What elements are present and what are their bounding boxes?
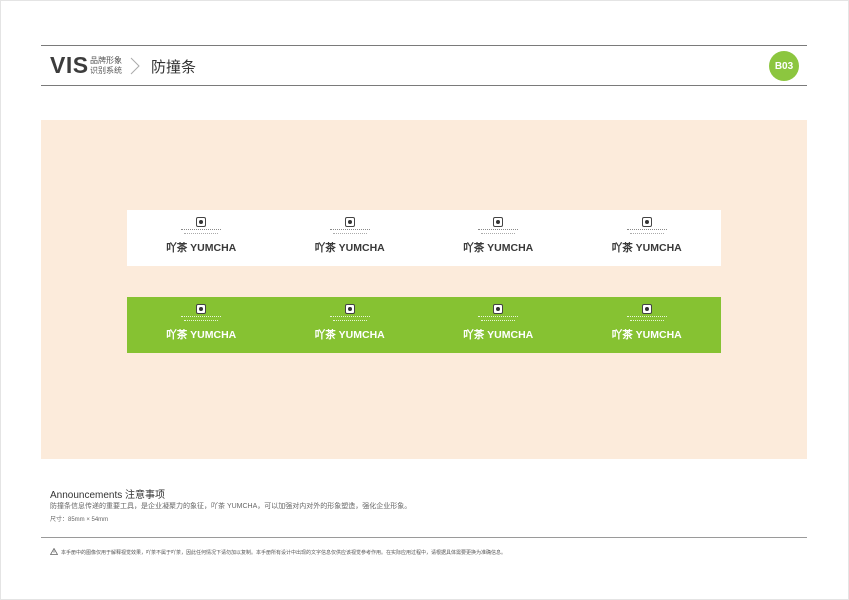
tagline-line <box>626 229 667 232</box>
brand-emblem-icon <box>493 217 504 227</box>
tagline-line <box>629 233 664 235</box>
announcements-body: 防撞条信息传递的重要工具，是企业凝聚力的象征，吖茶 YUMCHA，可以加强对内对… <box>50 503 412 510</box>
brand-emblem-icon <box>641 217 652 227</box>
brand-emblem-icon <box>344 304 355 314</box>
vis-subtitle: 品牌形象 识别系统 <box>90 56 122 76</box>
logo-unit: 吖茶 YUMCHA <box>597 303 697 347</box>
brand-wordmark: 吖茶 YUMCHA <box>611 242 682 254</box>
brand-wordmark: 吖茶 YUMCHA <box>314 242 385 254</box>
announcements-size: 尺寸：85mm × 54mm <box>50 517 109 523</box>
bumper-strip-white: 吖茶 YUMCHA 吖茶 YUMCHA 吖茶 YUMCHA 吖茶 YUMCHA <box>127 210 721 266</box>
tagline-line <box>184 320 219 322</box>
tagline-line <box>478 229 519 232</box>
bumper-strip-green: 吖茶 YUMCHA 吖茶 YUMCHA 吖茶 YUMCHA 吖茶 YUMCHA <box>127 297 721 353</box>
tagline-line <box>626 316 667 319</box>
tagline-line <box>481 320 516 322</box>
brand-emblem-icon <box>196 217 207 227</box>
brand-emblem-icon <box>641 304 652 314</box>
tagline-line <box>181 316 222 319</box>
footer-rule <box>41 537 807 538</box>
page-code-badge: B03 <box>769 51 799 81</box>
warning-icon <box>50 548 58 555</box>
logo-unit: 吖茶 YUMCHA <box>151 303 251 347</box>
brand-wordmark: 吖茶 YUMCHA <box>463 242 534 254</box>
logo-unit: 吖茶 YUMCHA <box>448 216 548 260</box>
header-bottom-rule <box>41 85 807 86</box>
header-top-rule <box>41 45 807 46</box>
tagline-line <box>181 229 222 232</box>
brand-wordmark: 吖茶 YUMCHA <box>314 329 385 341</box>
tagline-line <box>332 233 367 235</box>
chevron-right-icon <box>130 57 140 75</box>
brand-wordmark: 吖茶 YUMCHA <box>166 329 237 341</box>
logo-unit: 吖茶 YUMCHA <box>597 216 697 260</box>
mockup-panel: 吖茶 YUMCHA 吖茶 YUMCHA 吖茶 YUMCHA 吖茶 YUMCHA … <box>41 120 807 459</box>
logo-unit: 吖茶 YUMCHA <box>448 303 548 347</box>
tagline-line <box>332 320 367 322</box>
brand-emblem-icon <box>493 304 504 314</box>
tagline-line <box>478 316 519 319</box>
logo-unit: 吖茶 YUMCHA <box>300 216 400 260</box>
page-title: 防撞条 <box>151 59 197 76</box>
brand-wordmark: 吖茶 YUMCHA <box>463 329 534 341</box>
tagline-line <box>629 320 664 322</box>
brand-wordmark: 吖茶 YUMCHA <box>611 329 682 341</box>
logo-unit: 吖茶 YUMCHA <box>300 303 400 347</box>
announcements-title: Announcements 注意事项 <box>50 490 166 501</box>
tagline-line <box>184 233 219 235</box>
vis-subtitle-line2: 识别系统 <box>90 66 122 75</box>
tagline-line <box>329 229 370 232</box>
vis-subtitle-line1: 品牌形象 <box>90 56 122 65</box>
tagline-line <box>481 233 516 235</box>
logo-unit: 吖茶 YUMCHA <box>151 216 251 260</box>
tagline-line <box>329 316 370 319</box>
brand-wordmark: 吖茶 YUMCHA <box>166 242 237 254</box>
footer-disclaimer: 本手册中的图像仅用于解释视觉效果，吖茶不属于吖茶，因此任何情况下请勿加以复制。本… <box>61 550 507 556</box>
vis-logo: VIS <box>50 52 89 78</box>
brand-emblem-icon <box>344 217 355 227</box>
brand-emblem-icon <box>196 304 207 314</box>
